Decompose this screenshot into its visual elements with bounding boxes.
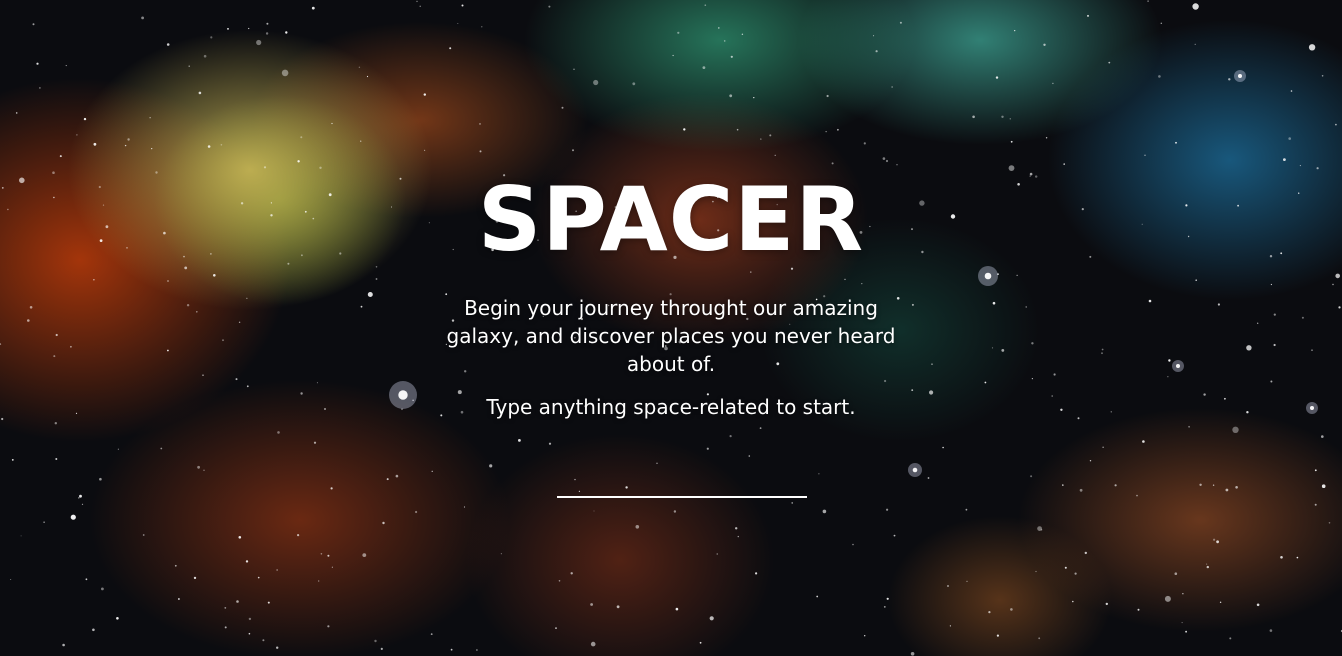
hero-section: SPACER Begin your journey throught our a…: [0, 0, 1342, 656]
search-prompt: Type anything space-related to start.: [486, 395, 856, 419]
search-input[interactable]: [557, 468, 807, 498]
page-title: SPACER: [477, 168, 865, 271]
hero-description: Begin your journey throught our amazing …: [446, 296, 896, 376]
